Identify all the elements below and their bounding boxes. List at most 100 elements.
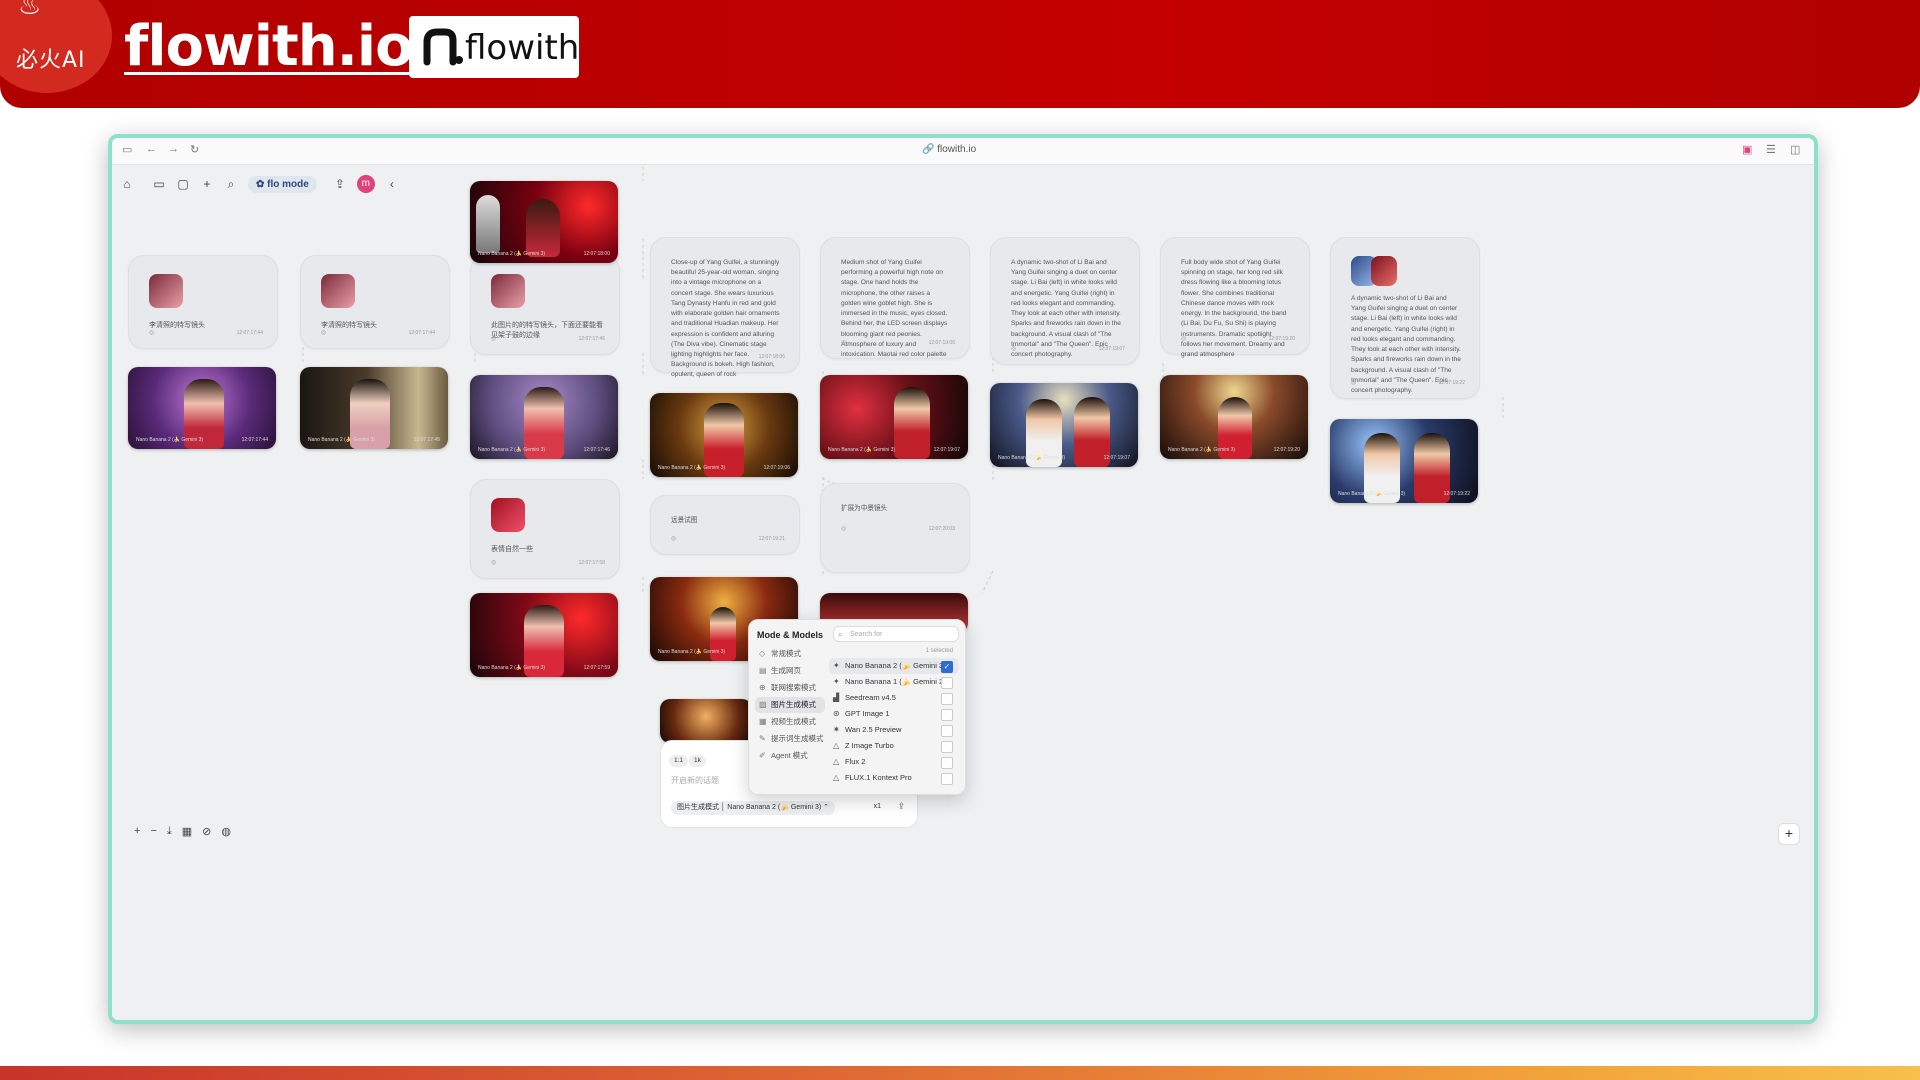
image-time: 12:07:17:46	[583, 447, 610, 453]
mode-item[interactable]: ✎ 提示词生成模式	[755, 731, 825, 747]
mode-icon: ▤	[759, 666, 767, 675]
node-icon: ◎	[841, 340, 847, 346]
node-text: 扩展为中景镜头	[841, 505, 888, 512]
resolution-chip[interactable]: 1k	[689, 755, 706, 767]
prompt-node[interactable]: 表情自然一些 ◎ 12:07:17:58	[470, 479, 620, 579]
image-caption: Nano Banana 2 (🍌 Gemini 3)	[1168, 447, 1236, 453]
model-item[interactable]: △ Flux 2	[829, 754, 959, 770]
sidebar-icon[interactable]: ▭	[122, 143, 132, 156]
node-text: Full body wide shot of Yang Guifei spinn…	[1181, 259, 1287, 358]
generated-image[interactable]: Nano Banana 2 (🍌 Gemini 3) 12:07:18:00	[470, 181, 618, 263]
node-time: 12:07:19:20	[1268, 336, 1295, 342]
node-text: 李清照的特写镜头	[321, 321, 377, 329]
image-caption: Nano Banana 2 (🍌 Gemini 3)	[478, 447, 546, 453]
mode-item[interactable]: ◇ 常规模式	[755, 646, 825, 662]
download-icon[interactable]: ⤓	[167, 825, 172, 838]
model-item[interactable]: △ Z Image Turbo	[829, 738, 959, 754]
send-icon[interactable]: ⇪	[897, 801, 905, 812]
model-search-input[interactable]: ⌕ Search for	[833, 626, 959, 642]
model-item[interactable]: ⊛ GPT Image 1	[829, 706, 959, 722]
image-caption: Nano Banana 2 (🍌 Gemini 3)	[828, 447, 896, 453]
generated-image[interactable]: Nano Banana 2 (🍌 Gemini 3) 12:07:19:20	[1160, 375, 1308, 459]
generated-image[interactable]: Nano Banana 2 (🍌 Gemini 3) 12:07:17:44	[128, 367, 276, 449]
prompt-node[interactable]: Full body wide shot of Yang Guifei spinn…	[1160, 237, 1310, 358]
prompt-node[interactable]: Close-up of Yang Guifei, a stunningly be…	[650, 237, 800, 378]
prompt-node[interactable]: 远景试图 ◎ 12:07:19:21	[650, 495, 800, 555]
image-caption: Nano Banana 2 (🍌 Gemini 3)	[658, 465, 726, 471]
reference-thumbnail	[149, 274, 183, 308]
mode-model-selector[interactable]: 图片生成模式 │ Nano Banana 2 (🍌 Gemini 3) ⌃	[671, 801, 836, 815]
model-item[interactable]: ✷ Wan 2.5 Preview	[829, 722, 959, 738]
back-icon[interactable]: ←	[146, 143, 157, 155]
node-text: 表情自然一些	[491, 545, 533, 553]
url-bar[interactable]: 🔗 flowith.io	[922, 144, 976, 155]
mode-icon: ✐	[759, 751, 766, 760]
generated-image[interactable]: Nano Banana 2 (🍌 Gemini 3) 12:07:19:07	[990, 383, 1138, 467]
model-item[interactable]: △ FLUX.1 Kontext Pro	[829, 770, 959, 786]
image-time: 12:07:17:45	[413, 437, 440, 443]
generated-image[interactable]	[660, 699, 752, 743]
mode-item[interactable]: ▦ 视频生成模式	[755, 714, 825, 730]
node-icon: ◎	[321, 330, 327, 336]
prompt-node[interactable]: A dynamic two-shot of Li Bai and Yang Gu…	[1330, 237, 1480, 399]
extension-icon[interactable]: ▣	[1742, 143, 1752, 156]
reader-icon[interactable]: ☰	[1766, 143, 1776, 156]
triangle-icon: △	[833, 757, 840, 766]
lightbulb-icon[interactable]: ◍	[221, 825, 231, 838]
prompt-node[interactable]: 李清照的特写镜头 ◎ 12:07:17:44	[300, 255, 450, 349]
image-caption: Nano Banana 2 (🍌 Gemini 3)	[136, 437, 204, 443]
sparkle-icon: ✦	[833, 661, 840, 670]
generated-image[interactable]: Nano Banana 2 (🍌 Gemini 3) 12:07:19:06	[650, 393, 798, 477]
wan-icon: ✷	[833, 725, 840, 734]
prompt-node[interactable]: 扩展为中景镜头 ◎ 12:07:20:03	[820, 483, 970, 573]
node-icon: ◎	[491, 336, 497, 342]
image-time: 12:07:17:44	[241, 437, 268, 443]
flame-icon: ♨	[18, 0, 42, 20]
footer-gradient-bar	[0, 1066, 1920, 1080]
model-item[interactable]: ✦ Nano Banana 2 (🍌 Gemini 3) ✓	[829, 658, 959, 674]
brand-word: flowith	[465, 28, 580, 68]
composer-input[interactable]: 开启新的话题	[671, 775, 719, 786]
prompt-node[interactable]: Medium shot of Yang Guifei performing a …	[820, 237, 970, 359]
prompt-node[interactable]: 李清照的特写镜头 ◎ 12:07:17:44	[128, 255, 278, 349]
mode-item[interactable]: ▨ 图片生成模式	[755, 697, 825, 713]
reload-icon[interactable]: ↻	[190, 143, 199, 156]
count-selector[interactable]: x1	[874, 803, 881, 810]
split-icon[interactable]: ◫	[1790, 143, 1800, 156]
node-time: 12:07:19:07	[1098, 346, 1125, 352]
node-icon: ◎	[491, 560, 497, 566]
node-icon: ◎	[671, 354, 677, 360]
grid-icon[interactable]: ▦	[182, 825, 192, 838]
generated-image[interactable]: Nano Banana 2 (🍌 Gemini 3) 12:07:19:07	[820, 375, 968, 459]
node-time: 12:07:19:21	[758, 536, 785, 542]
zoom-out-icon[interactable]: −	[150, 825, 156, 838]
image-time: 12:07:19:07	[1103, 455, 1130, 461]
flow-canvas[interactable]: ⌂ ▭ ▢ + ⌕ ✿ flo mode ⇪ m ‹ 李清照的特写镜头 ◎ 12…	[112, 165, 1814, 1020]
model-item[interactable]: ▟ Seedream v4.5	[829, 690, 959, 706]
generated-image[interactable]: Nano Banana 2 (🍌 Gemini 3) 12:07:17:59	[470, 593, 618, 677]
ratio-chip[interactable]: 1:1	[669, 755, 689, 767]
compass-icon[interactable]: ⊘	[202, 825, 211, 838]
mode-item[interactable]: ✐ Agent 模式	[755, 748, 825, 764]
forward-icon[interactable]: →	[168, 143, 179, 155]
generated-image[interactable]: Nano Banana 2 (🍌 Gemini 3) 12:07:19:22	[1330, 419, 1478, 503]
model-checkbox	[941, 693, 953, 705]
prompt-node[interactable]: 此图片的的特写镜头，下面还要能看见架子鼓的边缘 ◎ 12:07:17:46	[470, 255, 620, 355]
node-time: 12:07:19:22	[1438, 380, 1465, 386]
zoom-in-icon[interactable]: +	[134, 825, 140, 838]
generated-image[interactable]: Nano Banana 2 (🍌 Gemini 3) 12:07:17:46	[470, 375, 618, 459]
selected-count: 1 selected	[925, 648, 953, 654]
logo-text: 必火AI	[16, 48, 86, 73]
node-icon: ◎	[671, 536, 677, 542]
generated-image[interactable]: Nano Banana 2 (🍌 Gemini 3) 12:07:17:45	[300, 367, 448, 449]
model-item[interactable]: ✦ Nano Banana 1 (🍌 Gemini 2.5)	[829, 674, 959, 690]
prompt-node[interactable]: A dynamic two-shot of Li Bai and Yang Gu…	[990, 237, 1140, 365]
model-checkbox	[941, 741, 953, 753]
mode-item[interactable]: ▤ 生成网页	[755, 663, 825, 679]
site-title: flowith.io	[124, 14, 414, 79]
mode-item[interactable]: ⊕ 联网搜索模式	[755, 680, 825, 696]
app-window: ▭ ← → ↻ 🔗 flowith.io ▣ ☰ ◫ ⌂ ▭ ▢ + ⌕ ✿ f…	[108, 134, 1818, 1024]
image-time: 12:07:19:06	[763, 465, 790, 471]
image-caption: Nano Banana 2 (🍌 Gemini 3)	[998, 455, 1066, 461]
add-node-button[interactable]: +	[1778, 823, 1800, 845]
